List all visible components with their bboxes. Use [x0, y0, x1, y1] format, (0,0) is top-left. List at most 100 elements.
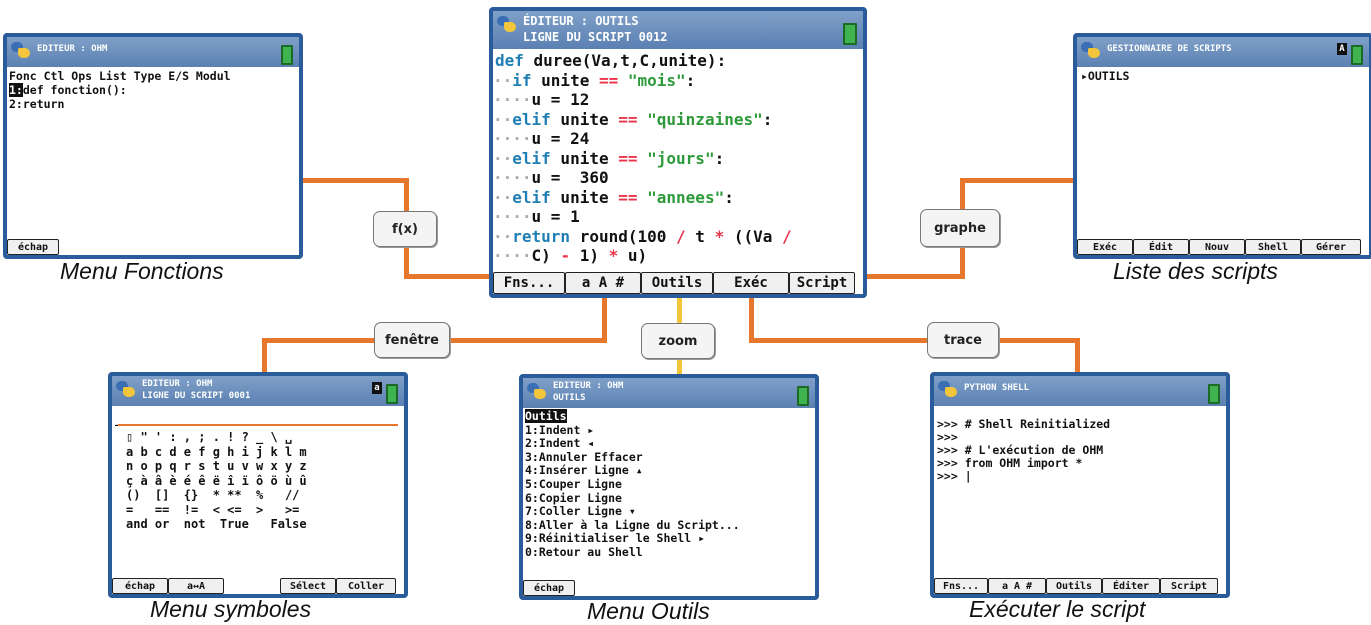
outils-item-couper[interactable]: 5:Couper Ligne — [523, 477, 815, 492]
outils-item-retour[interactable]: 0:Retour au Shell — [523, 545, 815, 560]
softkey-select[interactable]: Sélect — [280, 578, 336, 594]
code-line: ··return round(100 / t * ((Va / — [493, 226, 792, 246]
softkey-nouv[interactable]: Nouv — [1189, 239, 1245, 255]
softkey-shell[interactable]: Shell — [1245, 239, 1301, 255]
softkey-outils[interactable]: Outils — [641, 272, 713, 294]
symboles-divider — [118, 424, 398, 426]
symbol-row[interactable]: () [] {} * ** % // — [126, 488, 404, 503]
key-fx[interactable]: f(x) — [373, 211, 437, 247]
scripts-header: GESTIONNAIRE DE SCRIPTS A — [1077, 37, 1369, 67]
code-line: ····u = 24 — [493, 129, 590, 148]
alpha-mode-icon: A — [1337, 43, 1347, 55]
softkey-edit[interactable]: Édit — [1133, 239, 1189, 255]
code-line: ····u = 360 — [493, 168, 609, 187]
softkey-exec[interactable]: Exéc — [1077, 239, 1133, 255]
shell-line: >>> # Shell Reinitialized — [937, 417, 1111, 431]
fonctions-item-return[interactable]: 2:return — [7, 97, 299, 111]
connector-trace — [749, 338, 1080, 343]
python-logo-icon — [1081, 42, 1101, 58]
shell-line: >>> from OHM import * — [937, 456, 1083, 470]
softkey-editer[interactable]: Éditer — [1102, 578, 1160, 594]
fonctions-menu-bar[interactable]: Fonc Ctl Ops List Type E/S Modul — [7, 69, 299, 83]
symbol-row[interactable]: n o p q r s t u v w x y z — [126, 459, 404, 474]
softkey-gerer[interactable]: Gérer — [1301, 239, 1361, 255]
symboles-title: EDITEUR : OHM — [142, 379, 213, 389]
script-item[interactable]: ▸OUTILS — [1077, 69, 1369, 83]
softkey-fns[interactable]: Fns... — [934, 578, 988, 594]
symbol-row[interactable]: = == != < <= > >= — [126, 503, 404, 518]
connector-fx — [295, 178, 407, 183]
softkey-script[interactable]: Script — [789, 272, 855, 294]
fonctions-header: EDITEUR : OHM — [7, 37, 299, 67]
key-trace[interactable]: trace — [927, 322, 999, 358]
outils-item-inserer[interactable]: 4:Insérer Ligne ▴ — [523, 464, 815, 478]
symbol-row[interactable]: ç à â è é ê ë î ï ô ö ù û — [126, 474, 404, 489]
softkey-alpha-toggle[interactable]: a↔A — [168, 578, 224, 594]
python-logo-icon — [527, 383, 547, 399]
scripts-screen: GESTIONNAIRE DE SCRIPTS A ▸OUTILS Exéc É… — [1073, 33, 1371, 259]
outils-screen: EDITEUR : OHM OUTILS Outils 1:Indent ▸ 2… — [519, 374, 819, 600]
outils-subtitle: OUTILS — [553, 393, 586, 403]
shell-output[interactable]: >>> # Shell Reinitialized >>> >>> # L'ex… — [934, 418, 1226, 483]
code-line: ··elif unite == "quinzaines": — [493, 109, 773, 129]
softkey-script[interactable]: Script — [1160, 578, 1218, 594]
scripts-title: GESTIONNAIRE DE SCRIPTS — [1107, 44, 1232, 54]
connector-graphe — [960, 178, 1073, 183]
code-area[interactable]: def duree(Va,t,C,unite): ··if unite == "… — [493, 51, 863, 266]
shell-title: PYTHON SHELL — [964, 383, 1030, 393]
caption-menu-outils: Menu Outils — [587, 598, 710, 624]
key-fenetre[interactable]: fenêtre — [374, 322, 450, 358]
key-zoom[interactable]: zoom — [641, 323, 715, 359]
main-subtitle: LIGNE DU SCRIPT 0012 — [523, 30, 668, 44]
symbol-row[interactable]: a b c d e f g h i j k l m — [126, 445, 404, 460]
softkey-outils[interactable]: Outils — [1046, 578, 1102, 594]
outils-item-indent-right[interactable]: 1:Indent ▸ — [523, 423, 815, 438]
outils-item-aller[interactable]: 8:Aller à la Ligne du Script... — [523, 518, 815, 533]
fonctions-item-def[interactable]: 1:def fonction(): — [7, 83, 299, 97]
symbol-row[interactable]: ▯ " ' : , ; . ! ? _ \ ␣ — [126, 430, 404, 445]
code-line: def duree(Va,t,C,unite): — [495, 51, 727, 70]
python-logo-icon — [497, 16, 517, 32]
symbol-row[interactable]: and or not True False — [126, 517, 404, 532]
caption-liste-scripts: Liste des scripts — [1113, 258, 1278, 284]
outils-item-copier[interactable]: 6:Copier Ligne — [523, 491, 815, 506]
python-logo-icon — [11, 42, 31, 58]
softkey-fns[interactable]: Fns... — [493, 272, 565, 294]
shell-prompt[interactable]: >>> | — [934, 470, 1226, 483]
key-graphe[interactable]: graphe — [920, 209, 1000, 247]
softkey-echap[interactable]: échap — [523, 580, 575, 596]
outils-softkeys: échap — [523, 580, 815, 596]
shell-header: PYTHON SHELL — [934, 376, 1226, 406]
softkey-alpha[interactable]: a A # — [565, 272, 641, 294]
fonctions-softkeys: échap — [7, 239, 299, 255]
outils-item-indent-left[interactable]: 2:Indent ◂ — [523, 437, 815, 451]
caption-menu-fonctions: Menu Fonctions — [60, 258, 224, 284]
softkey-empty — [224, 578, 280, 594]
softkey-exec[interactable]: Exéc — [713, 272, 789, 294]
outils-item-coller[interactable]: 7:Coller Ligne ▾ — [523, 505, 815, 519]
outils-title: EDITEUR : OHM — [553, 381, 624, 391]
main-header: ÉDITEUR : OUTILS LIGNE DU SCRIPT 0012 — [493, 11, 863, 49]
symboles-grid[interactable]: ▯ " ' : , ; . ! ? _ \ ␣ a b c d e f g h … — [126, 430, 404, 532]
softkey-echap[interactable]: échap — [112, 578, 168, 594]
caption-menu-symboles: Menu symboles — [150, 596, 312, 622]
outils-item-reinit[interactable]: 9:Réinitialiser le Shell ▸ — [523, 532, 815, 546]
fonctions-screen: EDITEUR : OHM Fonc Ctl Ops List Type E/S… — [3, 33, 303, 259]
battery-icon — [843, 23, 857, 45]
symboles-header: EDITEUR : OHM LIGNE DU SCRIPT 0001 a — [112, 376, 404, 406]
battery-icon — [1208, 384, 1220, 404]
symboles-screen: EDITEUR : OHM LIGNE DU SCRIPT 0001 a _ ▯… — [108, 372, 408, 598]
outils-menu-header: Outils — [525, 409, 567, 423]
outils-item-annuler[interactable]: 3:Annuler Effacer — [523, 450, 815, 465]
battery-icon — [281, 45, 293, 65]
fonctions-title: EDITEUR : OHM — [37, 44, 108, 54]
main-title: ÉDITEUR : OUTILS — [523, 14, 639, 28]
softkey-coller[interactable]: Coller — [336, 578, 396, 594]
code-line: ··if unite == "mois": — [493, 70, 696, 90]
softkey-alpha[interactable]: a A # — [988, 578, 1046, 594]
connector-trace — [749, 292, 754, 342]
battery-icon — [1351, 45, 1363, 65]
code-line: ··elif unite == "jours": — [493, 148, 725, 168]
softkey-echap[interactable]: échap — [7, 239, 59, 255]
outils-header: EDITEUR : OHM OUTILS — [523, 378, 815, 408]
